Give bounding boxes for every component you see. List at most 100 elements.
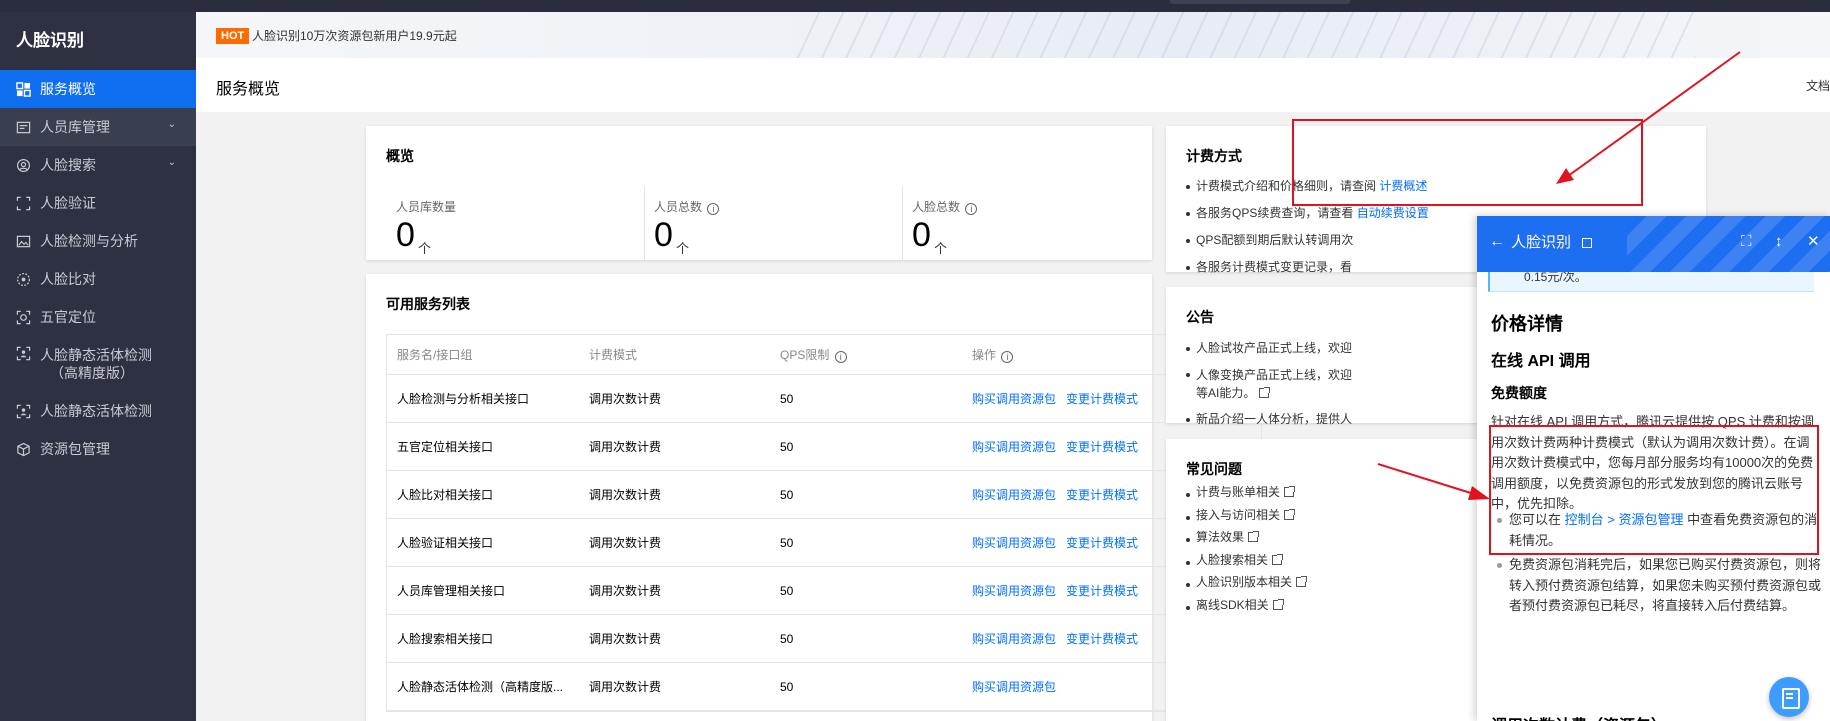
change-billing-link[interactable]: 变更计费模式 [1066, 536, 1138, 550]
row-actions: 购买调用资源包 变更计费模式 [972, 615, 1138, 663]
qps-limit: 50 [780, 584, 794, 598]
services-title: 可用服务列表 [386, 296, 470, 312]
billing-mode: 调用次数计费 [589, 488, 662, 502]
chevron-down-icon: ⌄ [167, 157, 176, 168]
buy-package-link[interactable]: 购买调用资源包 [972, 440, 1056, 454]
liveness-icon [16, 346, 31, 361]
col-header-billing: 计费模式 [589, 348, 638, 362]
info-icon[interactable]: i [834, 351, 847, 363]
panel-header-decoration [1627, 216, 1830, 272]
top-bar-search[interactable] [1170, 0, 1350, 4]
close-icon[interactable]: ✕ [1807, 233, 1820, 251]
sidebar-item-8[interactable]: 人脸静态活体检测 [0, 392, 196, 430]
compare-icon [16, 272, 31, 287]
buy-package-link[interactable]: 购买调用资源包 [972, 536, 1056, 550]
doc-link[interactable]: 文档 [1806, 77, 1830, 94]
page-header: 服务概览 文档 [196, 58, 1830, 112]
stat-divider [902, 186, 903, 260]
sidebar-item-2[interactable]: 人脸搜索 ⌄ [0, 146, 196, 184]
buy-package-link[interactable]: 购买调用资源包 [972, 392, 1056, 406]
top-bar [0, 0, 1830, 12]
billing-mode: 调用次数计费 [589, 440, 662, 454]
feedback-button[interactable] [1769, 677, 1809, 717]
overview-card: 概览 人员库数量 0 个人员总数 i 0 个人脸总数 i0个 [366, 126, 1152, 260]
service-name: 人脸检测与分析相关接口 [397, 392, 530, 406]
change-billing-link[interactable]: 变更计费模式 [1066, 392, 1138, 406]
fullscreen-icon[interactable]: ⛶ [1741, 233, 1752, 251]
external-link-icon[interactable] [1272, 598, 1284, 610]
sidebar-item-0[interactable]: 服务概览 [0, 70, 196, 108]
table-row: 人脸静态活体检测（高精度版... 调用次数计费 50 购买调用资源包 [387, 663, 1261, 711]
billing-mode: 调用次数计费 [589, 392, 662, 406]
page-title: 服务概览 [216, 81, 281, 98]
external-link-icon[interactable] [1284, 486, 1296, 497]
billing-link[interactable]: 自动续费设置 [1357, 206, 1429, 220]
sidebar-item-7[interactable]: 人脸静态活体检测 （高精度版） [0, 336, 196, 392]
face-locate-icon [16, 310, 31, 325]
sidebar-item-label: 人员库管理 [40, 119, 110, 135]
qps-limit: 50 [780, 680, 794, 694]
row-actions: 购买调用资源包 [972, 663, 1056, 711]
sidebar-item-label: 人脸比对 [40, 271, 96, 287]
annotation-box-billing [1292, 119, 1643, 206]
external-link-icon[interactable] [1248, 531, 1260, 542]
panel-title[interactable]: 人脸识别 [1511, 233, 1571, 253]
sidebar-item-4[interactable]: 人脸检测与分析 [0, 222, 196, 260]
chevron-down-icon: ⌄ [167, 119, 176, 130]
promo-banner[interactable]: HOT 人脸识别10万次资源包新用户19.9元起 [196, 12, 1830, 58]
sidebar-item-5[interactable]: 人脸比对 [0, 260, 196, 298]
annotation-box-free-quota [1489, 425, 1819, 555]
change-billing-link[interactable]: 变更计费模式 [1066, 440, 1138, 454]
table-row: 人脸验证相关接口 调用次数计费 50 购买调用资源包 变更计费模式 [387, 519, 1261, 567]
services-table: 服务名/接口组 计费模式 QPS限制 i 操作 i 人脸检测与分析相关接口调用次… [386, 334, 1262, 712]
online-api-heading: 在线 API 调用 [1491, 353, 1591, 370]
qps-limit: 50 [780, 392, 794, 406]
table-row: 人脸检测与分析相关接口 调用次数计费 50 购买调用资源包 变更计费模式 [387, 375, 1261, 423]
sidebar-item-6[interactable]: 五官定位 [0, 298, 196, 336]
buy-package-link[interactable]: 购买调用资源包 [972, 632, 1056, 646]
external-link-icon[interactable] [1272, 553, 1284, 565]
stat-unit: 个 [676, 241, 690, 256]
dashboard-icon [16, 81, 31, 97]
col-header-actions-label: 操作 [972, 348, 997, 362]
buy-package-link[interactable]: 购买调用资源包 [972, 584, 1056, 598]
info-icon[interactable]: i [1001, 351, 1014, 363]
change-billing-link[interactable]: 变更计费模式 [1066, 488, 1138, 502]
col-header-actions: 操作 i [972, 335, 1014, 375]
external-link-icon[interactable] [1284, 508, 1296, 520]
sidebar-item-label: 人脸验证 [40, 195, 96, 211]
col-header-qps-label: QPS限制 [780, 348, 830, 362]
stat-value: 0 [912, 216, 931, 254]
change-billing-link[interactable]: 变更计费模式 [1066, 584, 1138, 598]
sidebar-item-9[interactable]: 资源包管理 [0, 430, 196, 468]
buy-package-link[interactable]: 购买调用资源包 [972, 680, 1056, 694]
stat-label: 人脸总数 i [912, 198, 978, 215]
table-row: 五官定位相关接口 调用次数计费 50 购买调用资源包 变更计费模式 [387, 423, 1261, 471]
stat-block: 人脸总数 i0个 [902, 186, 1187, 264]
resize-vertical-icon[interactable]: ↕ [1775, 233, 1783, 251]
sidebar-item-label: 人脸静态活体检测 （高精度版） [40, 347, 152, 381]
stat-unit: 个 [934, 241, 948, 256]
buy-package-link[interactable]: 购买调用资源包 [972, 488, 1056, 502]
external-link-icon[interactable] [1296, 576, 1308, 587]
external-link-icon[interactable] [1582, 238, 1592, 248]
stat-block: 人员总数 i0个 [644, 186, 929, 264]
table-header: 服务名/接口组 计费模式 QPS限制 i 操作 i [387, 335, 1261, 375]
info-icon[interactable]: i [965, 203, 978, 215]
table-row: 人员库管理相关接口 调用次数计费 50 购买调用资源包 变更计费模式 [387, 567, 1261, 615]
promo-text[interactable]: 人脸识别10万次资源包新用户19.9元起 [252, 28, 457, 44]
sidebar-item-1[interactable]: 人员库管理 ⌄ [0, 108, 196, 146]
package-icon [16, 442, 31, 457]
service-name: 人脸验证相关接口 [397, 536, 494, 550]
table-body: 人脸检测与分析相关接口 调用次数计费 50 购买调用资源包 变更计费模式 五官定位相关接口… [387, 375, 1261, 711]
qps-limit: 50 [780, 536, 794, 550]
table-row: 人脸搜索相关接口 调用次数计费 50 购买调用资源包 变更计费模式 [387, 615, 1261, 663]
change-billing-link[interactable]: 变更计费模式 [1066, 632, 1138, 646]
billing-title: 计费方式 [1186, 148, 1242, 164]
external-link-icon[interactable] [1259, 387, 1271, 398]
info-icon[interactable]: i [707, 203, 720, 215]
sidebar-item-3[interactable]: 人脸验证 [0, 184, 196, 222]
back-arrow-icon[interactable]: ← [1489, 232, 1505, 252]
callout-note: 0.15元/次。 [1488, 272, 1814, 292]
image-icon [16, 234, 31, 249]
